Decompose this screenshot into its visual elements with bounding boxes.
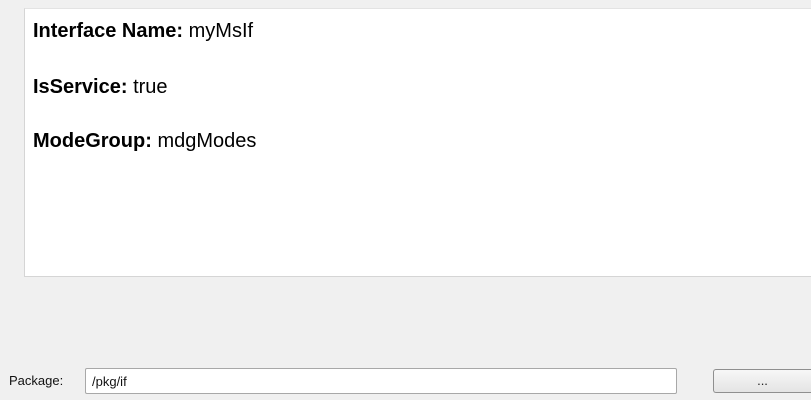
mode-group-value: mdgModes	[157, 130, 257, 152]
properties-dialog: Interface Name: myMsIf IsService: true M…	[0, 0, 811, 400]
browse-button[interactable]: ...	[713, 369, 811, 393]
package-row: Package: ...	[0, 368, 811, 394]
mode-group-row: ModeGroup: mdgModes	[33, 129, 256, 153]
interface-name-value: myMsIf	[188, 20, 254, 42]
interface-name-label: Interface Name:	[33, 20, 184, 42]
properties-panel: Interface Name: myMsIf IsService: true M…	[24, 8, 811, 277]
is-service-value: true	[133, 76, 168, 98]
interface-name-row: Interface Name: myMsIf	[33, 19, 253, 43]
is-service-label: IsService:	[33, 76, 128, 98]
package-label: Package:	[9, 373, 64, 388]
is-service-row: IsService: true	[33, 75, 168, 99]
package-input[interactable]	[85, 368, 677, 394]
mode-group-label: ModeGroup:	[33, 130, 152, 152]
